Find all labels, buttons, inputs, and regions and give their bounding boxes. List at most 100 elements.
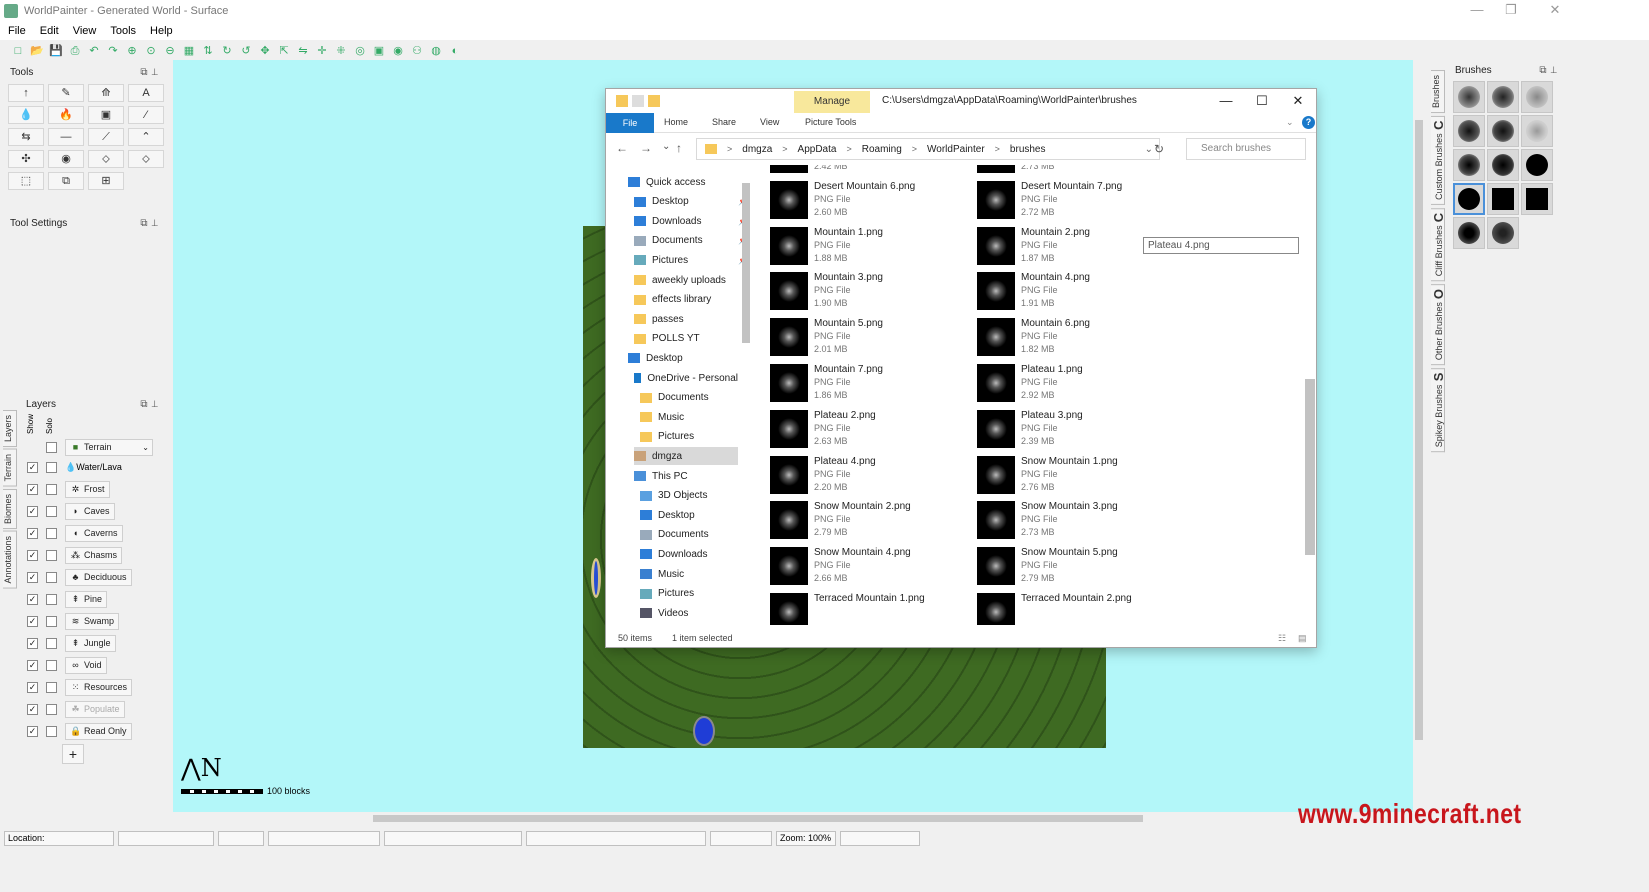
file-item[interactable]: Mountain 3.png PNG File 1.90 MB (766, 268, 966, 312)
layer-show-checkbox[interactable]: ✓ (27, 549, 38, 561)
file-item[interactable]: Desert Mountain 6.png PNG File 2.60 MB (766, 177, 966, 221)
layer-show-checkbox[interactable]: ✓ (27, 725, 38, 737)
mirror-icon[interactable]: ⇋ (295, 43, 311, 59)
layer-show-checkbox[interactable]: ✓ (27, 461, 38, 473)
layer-resources-button[interactable]: ⁙ Resources (65, 678, 133, 696)
file-item[interactable]: Snow Mountain 2.png PNG File 2.79 MB (766, 497, 966, 541)
zoom-reset-icon[interactable]: ⊙ (143, 43, 159, 59)
file-item[interactable]: Mountain 1.png PNG File 1.88 MB (766, 223, 966, 267)
layer-chasms-button[interactable]: ⁂ Chasms (65, 546, 123, 564)
layer-show-checkbox[interactable]: ✓ (27, 593, 38, 605)
rename-field[interactable]: Plateau 4.png (1143, 237, 1299, 254)
sponge-tool-button[interactable]: ✣ (8, 150, 44, 168)
brush-preset[interactable] (1521, 115, 1553, 147)
redo-icon[interactable]: ↷ (105, 43, 121, 59)
panel-float-pin-icon[interactable]: ⧉⊥ (140, 399, 162, 410)
file-item[interactable]: Desert Mountain 7.png PNG File 2.72 MB (973, 177, 1173, 221)
export-icon[interactable]: ⎙ (67, 43, 83, 59)
layer-populate-button[interactable]: ☘ Populate (65, 700, 125, 718)
view-icon[interactable]: ◉ (390, 43, 406, 59)
move-tool-icon[interactable]: ⁜ (333, 43, 349, 59)
scroll-thumb[interactable] (742, 183, 750, 343)
layer-void-button[interactable]: ∞ Void (65, 656, 107, 674)
flood-tool-button[interactable]: ◉ (48, 150, 84, 168)
large-icons-view-icon[interactable]: ▤ (1298, 633, 1307, 644)
breadcrumb-item[interactable]: brushes (1010, 144, 1046, 155)
select-tool-button[interactable]: ⬚ (8, 172, 44, 190)
nav-item-music[interactable]: Music (640, 565, 738, 583)
layer-solo-checkbox[interactable] (46, 527, 57, 539)
peak-tool-button[interactable]: ⌃ (128, 128, 164, 146)
layer-show-checkbox[interactable]: ✓ (27, 483, 38, 495)
new-icon[interactable]: □ (10, 43, 26, 59)
nav-item-passes[interactable]: passes (634, 310, 738, 328)
file-item[interactable]: Plateau 1.png PNG File 2.92 MB (973, 360, 1173, 404)
layer-caves-button[interactable]: ◗ Caves (65, 502, 115, 520)
layer-show-checkbox[interactable]: ✓ (27, 527, 38, 539)
layer-solo-checkbox[interactable] (46, 461, 57, 473)
brush-preset[interactable] (1521, 81, 1553, 113)
file-list-scrollbar[interactable] (1304, 169, 1316, 627)
layer-show-checkbox[interactable]: ✓ (27, 615, 38, 627)
nav-item-documents[interactable]: Documents (640, 526, 738, 544)
target-icon[interactable]: ◎ (352, 43, 368, 59)
nav-item-music[interactable]: Music (640, 408, 738, 426)
layer-deciduous-button[interactable]: ♣ Deciduous (65, 568, 132, 586)
layer-jungle-button[interactable]: ⇞ Jungle (65, 634, 116, 652)
save-icon[interactable]: 💾 (48, 43, 64, 59)
layer-show-checkbox[interactable]: ✓ (27, 681, 38, 693)
file-item[interactable]: Plateau 3.png PNG File 2.39 MB (973, 406, 1173, 450)
layer-solo-checkbox[interactable] (46, 615, 57, 627)
refresh-icon[interactable]: ↻ (1154, 142, 1164, 156)
ribbon-view-tab[interactable]: View (760, 117, 779, 127)
mountain-tool-button[interactable]: ⬦ (88, 150, 124, 168)
chevron-down-icon[interactable]: ⌄ (1145, 144, 1153, 155)
brush-tab-custom-brushes[interactable]: Custom Brushes C (1431, 116, 1446, 205)
brush-tab-other-brushes[interactable]: Other Brushes O (1431, 284, 1446, 366)
side-tab-biomes[interactable]: Biomes (3, 488, 17, 529)
add-layer-button[interactable]: + (62, 744, 84, 764)
breadcrumb-item[interactable]: WorldPainter (927, 144, 985, 155)
globe-icon[interactable]: ◍ (428, 43, 444, 59)
help-icon[interactable]: ? (1302, 116, 1315, 129)
panel-float-pin-icon[interactable]: ⧉⊥ (140, 67, 162, 78)
water-tool-button[interactable]: 💧 (8, 106, 44, 124)
properties-icon[interactable] (632, 95, 644, 107)
nav-item-aweekly-uploads[interactable]: aweekly uploads (634, 271, 738, 289)
layer-show-checkbox[interactable]: ✓ (27, 659, 38, 671)
slope-tool-button[interactable]: ⟋ (88, 128, 124, 146)
brush-preset[interactable] (1453, 81, 1485, 113)
image-icon[interactable]: ▣ (371, 43, 387, 59)
breadcrumb-item[interactable]: Roaming (862, 144, 902, 155)
height-tool-button[interactable]: ↑ (8, 84, 44, 102)
globe2-icon[interactable]: ◐ (447, 43, 463, 59)
brush-preset[interactable] (1453, 183, 1485, 215)
layer-show-checkbox[interactable]: ✓ (27, 703, 38, 715)
layer-solo-checkbox[interactable] (46, 593, 57, 605)
layer-frost-button[interactable]: ✲ Frost (65, 480, 110, 498)
nav-item-this-pc[interactable]: This PC (634, 467, 738, 485)
layer-solo-checkbox[interactable] (46, 659, 57, 671)
brush-preset[interactable] (1521, 149, 1553, 181)
close-button[interactable]: ✕ (1532, 0, 1578, 22)
navigation-scrollbar[interactable] (741, 169, 751, 627)
details-view-icon[interactable]: ☷ (1278, 633, 1286, 644)
explorer-close-button[interactable]: ✕ (1280, 91, 1316, 111)
flatten-tool-button[interactable]: ⇆ (8, 128, 44, 146)
explorer-maximize-button[interactable]: ☐ (1244, 91, 1280, 111)
ribbon-picture-tools-tab[interactable]: Picture Tools (805, 117, 856, 127)
open-icon[interactable]: 📂 (29, 43, 45, 59)
pyramid-tool-button[interactable]: ⬦ (128, 150, 164, 168)
layer-show-checkbox[interactable]: ✓ (27, 637, 38, 649)
brush-preset[interactable] (1521, 183, 1553, 215)
menu-file[interactable]: File (8, 25, 26, 37)
nav-item-dmgza[interactable]: dmgza (634, 447, 738, 466)
layer-solo-checkbox[interactable] (46, 571, 57, 583)
file-item[interactable]: Mountain 6.png PNG File 1.82 MB (973, 314, 1173, 358)
new-folder-icon[interactable] (648, 95, 660, 107)
layer-pine-button[interactable]: ⇞ Pine (65, 590, 108, 608)
file-item[interactable]: Snow Mountain 1.png PNG File 2.76 MB (973, 452, 1173, 496)
lava-tool-button[interactable]: 🔥 (48, 106, 84, 124)
layer-solo-checkbox[interactable] (46, 703, 57, 715)
brush-preset[interactable] (1487, 183, 1519, 215)
